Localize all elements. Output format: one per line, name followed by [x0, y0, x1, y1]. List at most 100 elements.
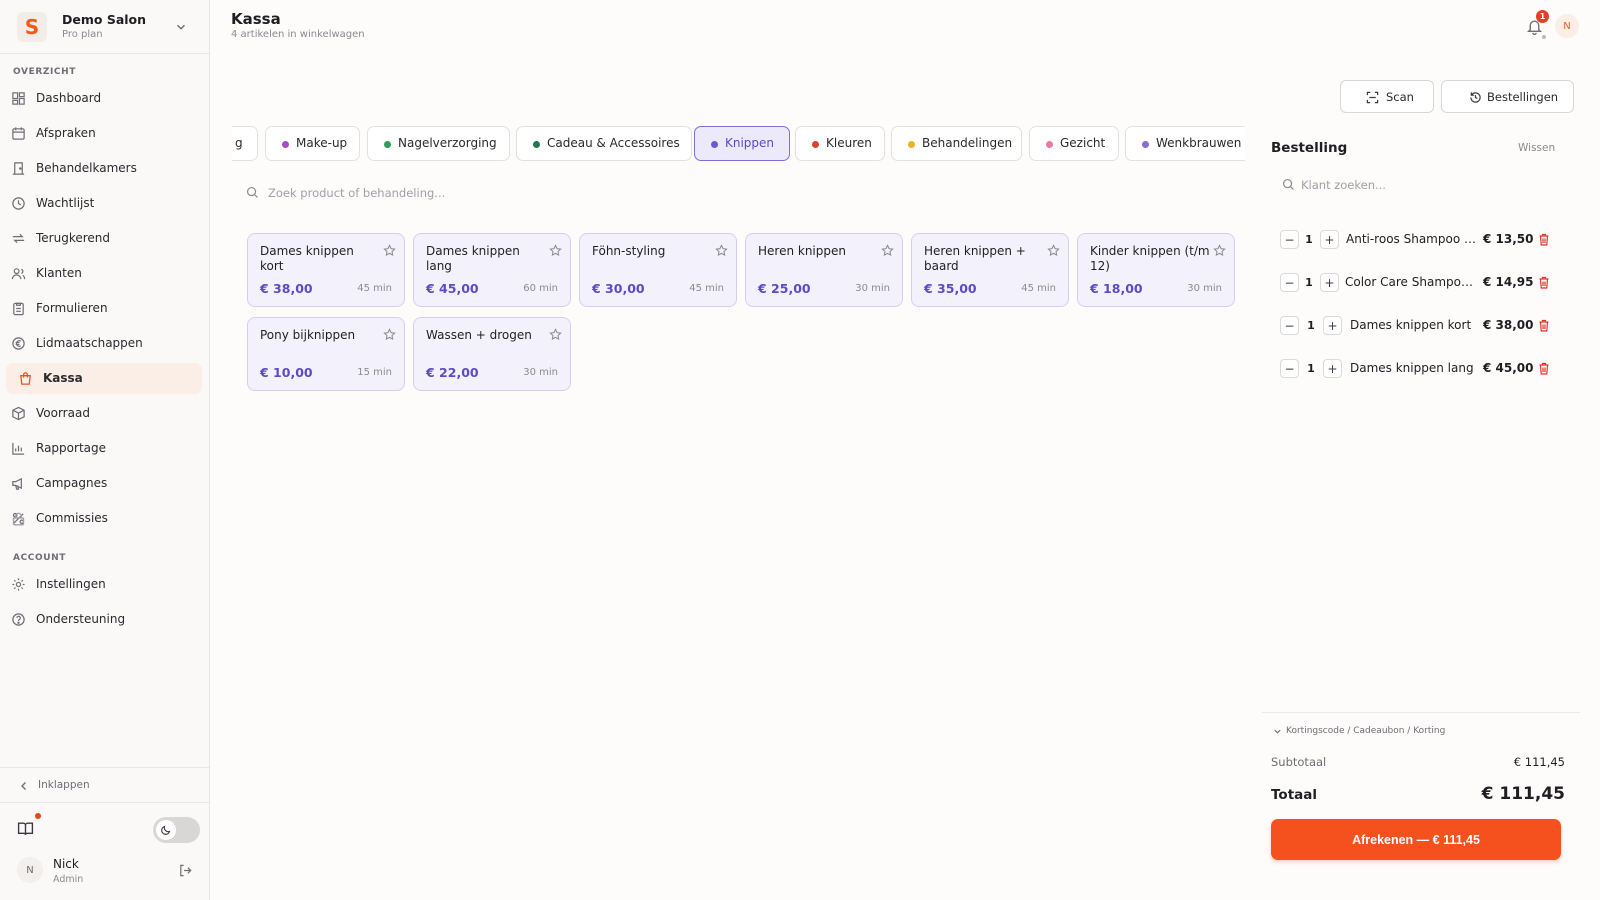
user-avatar[interactable]: N: [17, 857, 43, 883]
star-icon[interactable]: [715, 244, 728, 257]
trash-icon[interactable]: [1538, 362, 1550, 375]
sidebar-item-instellingen[interactable]: Instellingen: [6, 569, 202, 600]
sidebar-item-wachtlijst[interactable]: Wachtlijst: [6, 188, 202, 219]
increase-qty-button[interactable]: +: [1323, 316, 1342, 335]
product-card[interactable]: Pony bijknippen € 10,00 15 min: [247, 317, 405, 391]
orders-label: Bestellingen: [1487, 90, 1559, 104]
status-dot: [1542, 35, 1546, 39]
product-duration: 45 min: [1021, 283, 1056, 294]
product-name: Dames knippen lang: [426, 244, 520, 273]
star-icon[interactable]: [549, 244, 562, 257]
tab-cadeau-accessoires[interactable]: Cadeau & Accessoires: [516, 126, 692, 161]
category-dot: [1142, 141, 1149, 148]
line-qty: 1: [1307, 319, 1315, 332]
sidebar-item-campagnes[interactable]: Campagnes: [6, 468, 202, 499]
sidebar-item-rapportage[interactable]: Rapportage: [6, 433, 202, 464]
increase-qty-button[interactable]: +: [1323, 359, 1342, 378]
trash-icon[interactable]: [1538, 319, 1550, 332]
star-icon[interactable]: [383, 244, 396, 257]
scan-label: Scan: [1386, 90, 1414, 104]
decrease-qty-button[interactable]: −: [1280, 273, 1299, 292]
search-icon: [1282, 178, 1294, 190]
clear-order-button[interactable]: Wissen: [1518, 142, 1555, 154]
tab-kleuren[interactable]: Kleuren: [795, 126, 885, 161]
increase-qty-button[interactable]: +: [1320, 230, 1339, 249]
search-input[interactable]: [268, 182, 1228, 204]
euro-icon: [12, 337, 25, 350]
product-card[interactable]: Kinder knippen (t/m 12) € 18,00 30 min: [1077, 233, 1235, 307]
sidebar-item-behandelkamers[interactable]: Behandelkamers: [6, 153, 202, 184]
total-value: € 111,45: [1481, 784, 1565, 804]
product-duration: 60 min: [523, 283, 558, 294]
sidebar-item-ondersteuning[interactable]: Ondersteuning: [6, 604, 202, 635]
tab-nagelverzorging[interactable]: Nagelverzorging: [367, 126, 510, 161]
checkout-button[interactable]: Afrekenen — € 111,45: [1271, 819, 1561, 860]
tab-gezicht[interactable]: Gezicht: [1029, 126, 1119, 161]
sidebar-item-dashboard[interactable]: Dashboard: [6, 83, 202, 114]
sidebar-item-terugkerend[interactable]: Terugkerend: [6, 223, 202, 254]
decrease-qty-button[interactable]: −: [1280, 316, 1299, 335]
product-card[interactable]: Wassen + drogen € 22,00 30 min: [413, 317, 571, 391]
category-dot: [908, 141, 915, 148]
product-name: Kinder knippen (t/m 12): [1090, 244, 1210, 273]
sidebar-item-label: Kassa: [43, 371, 83, 385]
orders-button[interactable]: Bestellingen: [1441, 80, 1574, 113]
product-name: Wassen + drogen: [426, 328, 532, 342]
chevron-down-icon: [1274, 729, 1281, 734]
subtotal-value: € 111,45: [1513, 755, 1565, 769]
sidebar-item-formulieren[interactable]: Formulieren: [6, 293, 202, 324]
product-price: € 22,00: [426, 365, 479, 380]
category-dot: [282, 141, 289, 148]
nav-section-overview: OVERZICHT: [13, 67, 77, 77]
tab-wenkbrauwen[interactable]: Wenkbrauwen &: [1125, 126, 1245, 161]
product-card[interactable]: Heren knippen + baard € 35,00 45 min: [911, 233, 1069, 307]
product-name: Föhn-styling: [592, 244, 666, 258]
tab-make-up[interactable]: Make-up: [265, 126, 360, 161]
book-icon[interactable]: [17, 820, 34, 837]
star-icon[interactable]: [1047, 244, 1060, 257]
sidebar-item-lidmaatschappen[interactable]: Lidmaatschappen: [6, 328, 202, 359]
product-card[interactable]: Heren knippen € 25,00 30 min: [745, 233, 903, 307]
decrease-qty-button[interactable]: −: [1280, 359, 1299, 378]
star-icon[interactable]: [383, 328, 396, 341]
sidebar-item-commissies[interactable]: Commissies: [6, 503, 202, 534]
product-card[interactable]: Dames knippen lang € 45,00 60 min: [413, 233, 571, 307]
scan-button[interactable]: Scan: [1340, 80, 1434, 113]
logout-icon[interactable]: [178, 863, 193, 878]
product-duration: 15 min: [357, 367, 392, 378]
sidebar-item-klanten[interactable]: Klanten: [6, 258, 202, 289]
star-icon[interactable]: [881, 244, 894, 257]
product-price: € 10,00: [260, 365, 313, 380]
sidebar-item-label: Rapportage: [36, 441, 106, 455]
product-card[interactable]: Föhn-styling € 30,00 45 min: [579, 233, 737, 307]
trash-icon[interactable]: [1538, 276, 1550, 289]
notification-badge: 1: [1536, 10, 1549, 23]
category-dot: [533, 141, 540, 148]
brand-switcher[interactable]: S Demo Salon Pro plan: [0, 0, 209, 54]
trash-icon[interactable]: [1538, 233, 1550, 246]
product-duration: 30 min: [1187, 283, 1222, 294]
sidebar-item-afspraken[interactable]: Afspraken: [6, 118, 202, 149]
star-icon[interactable]: [1213, 244, 1226, 257]
collapse-sidebar-button[interactable]: Inklappen: [0, 767, 209, 803]
decrease-qty-button[interactable]: −: [1280, 230, 1299, 249]
sidebar-item-kassa[interactable]: Kassa: [6, 363, 202, 394]
star-icon[interactable]: [549, 328, 562, 341]
product-name: Heren knippen: [758, 244, 846, 258]
product-card[interactable]: Dames knippen kort € 38,00 45 min: [247, 233, 405, 307]
clock-icon: [12, 197, 25, 210]
tab-knippen[interactable]: Knippen: [694, 126, 790, 161]
line-price: € 13,50: [1483, 232, 1534, 246]
sidebar-item-label: Klanten: [36, 266, 82, 280]
tab-category-partial[interactable]: g: [232, 126, 258, 161]
help-icon: [12, 613, 25, 626]
chevron-down-icon[interactable]: [174, 20, 188, 34]
theme-toggle[interactable]: [153, 817, 200, 843]
sidebar-item-voorraad[interactable]: Voorraad: [6, 398, 202, 429]
product-price: € 45,00: [426, 281, 479, 296]
repeat-icon: [12, 233, 25, 244]
customer-search-input[interactable]: [1301, 174, 1551, 196]
avatar[interactable]: N: [1555, 14, 1579, 38]
tab-behandelingen[interactable]: Behandelingen: [891, 126, 1022, 161]
increase-qty-button[interactable]: +: [1320, 273, 1339, 292]
